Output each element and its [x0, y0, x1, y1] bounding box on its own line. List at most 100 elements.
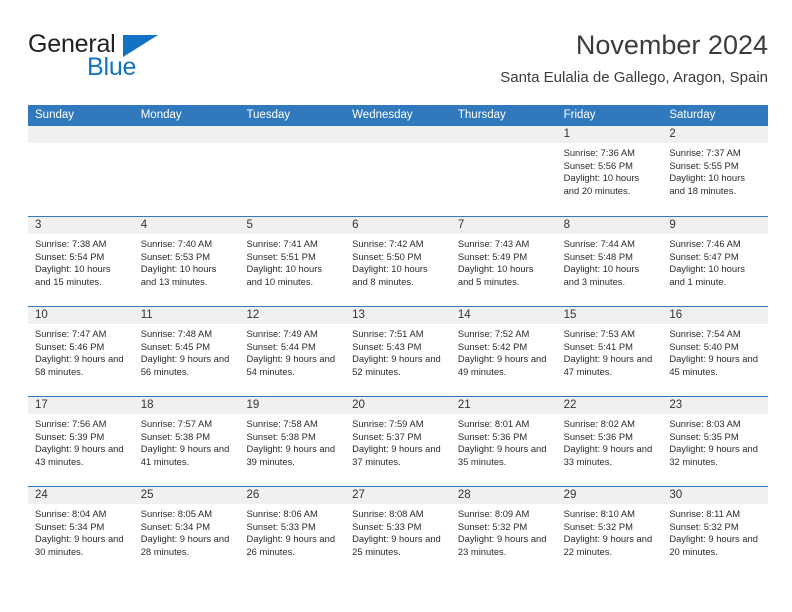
day-info: Sunrise: 8:09 AM Sunset: 5:32 PM Daylight:…	[451, 504, 557, 558]
sunrise-text: Sunrise: 7:38 AM	[35, 238, 107, 249]
calendar-day-cell[interactable]: 21 Sunrise: 8:01 AM Sunset: 5:36 PM Dayligh…	[450, 397, 557, 486]
page-subtitle: Santa Eulalia de Gallego, Aragon, Spain	[500, 69, 768, 86]
title-block: November 2024 Santa Eulalia de Gallego, …	[500, 28, 768, 87]
daylight-text: Daylight: 9 hours and 30 minutes.	[35, 533, 124, 557]
weekday-sunday: Sunday	[35, 109, 75, 121]
daylight-text: Daylight: 9 hours and 54 minutes.	[246, 353, 336, 377]
daylight-text: Daylight: 10 hours and 20 minutes.	[563, 172, 640, 196]
day-info: Sunrise: 7:41 AM Sunset: 5:51 PM Daylight:…	[239, 234, 345, 288]
day-number: 2	[662, 126, 769, 143]
calendar-day-cell[interactable]: 9 Sunrise: 7:46 AM Sunset: 5:47 PM Daylight…	[662, 217, 769, 306]
calendar-day-cell[interactable]: 1 Sunrise: 7:36 AM Sunset: 5:56 PM Daylight…	[556, 126, 663, 216]
day-info: Sunrise: 8:02 AM Sunset: 5:36 PM Daylight:…	[557, 414, 663, 468]
calendar-day-cell[interactable]: 25 Sunrise: 8:05 AM Sunset: 5:34 PM Dayligh…	[133, 487, 240, 576]
calendar-day-cell[interactable]: 26 Sunrise: 8:06 AM Sunset: 5:33 PM Dayligh…	[239, 487, 346, 576]
weekday-friday: Friday	[563, 109, 596, 121]
page-title: November 2024	[575, 30, 768, 60]
daylight-text: Daylight: 9 hours and 22 minutes.	[563, 533, 653, 557]
calendar-week-row: 10 Sunrise: 7:47 AM Sunset: 5:46 PM Dayligh…	[28, 306, 769, 396]
calendar-day-cell[interactable]: 15 Sunrise: 7:53 AM Sunset: 5:41 PM Dayligh…	[556, 307, 663, 396]
daylight-text: Daylight: 9 hours and 45 minutes.	[669, 353, 758, 377]
sunset-text: Sunset: 5:38 PM	[140, 430, 211, 442]
day-info: Sunrise: 7:49 AM Sunset: 5:44 PM Daylight:…	[239, 324, 345, 378]
sunrise-text: Sunrise: 7:44 AM	[563, 238, 635, 249]
calendar-day-cell[interactable]: 8 Sunrise: 7:44 AM Sunset: 5:48 PM Daylight…	[556, 217, 663, 306]
sunrise-text: Sunrise: 7:41 AM	[246, 238, 318, 249]
calendar-day-cell[interactable]: 4 Sunrise: 7:40 AM Sunset: 5:53 PM Daylight…	[133, 217, 240, 306]
daylight-text: Daylight: 10 hours and 3 minutes.	[563, 263, 640, 287]
day-number: 6	[345, 217, 451, 234]
sunset-text: Sunset: 5:34 PM	[140, 520, 211, 532]
calendar-day-cell-empty	[239, 126, 346, 216]
calendar-day-cell[interactable]: 18 Sunrise: 7:57 AM Sunset: 5:38 PM Dayligh…	[133, 397, 240, 486]
sunrise-text: Sunrise: 7:43 AM	[457, 238, 530, 249]
sunset-text: Sunset: 5:37 PM	[352, 430, 422, 442]
sunrise-text: Sunrise: 7:48 AM	[140, 328, 213, 339]
calendar-day-cell[interactable]: 24 Sunrise: 8:04 AM Sunset: 5:34 PM Dayligh…	[28, 487, 134, 576]
sunset-text: Sunset: 5:44 PM	[246, 340, 316, 352]
sunset-text: Sunset: 5:53 PM	[140, 250, 211, 262]
day-number: 24	[28, 487, 134, 504]
calendar-day-cell[interactable]: 5 Sunrise: 7:41 AM Sunset: 5:51 PM Daylight…	[239, 217, 346, 306]
sunrise-text: Sunrise: 8:09 AM	[457, 508, 530, 519]
calendar-day-cell[interactable]: 7 Sunrise: 7:43 AM Sunset: 5:49 PM Daylight…	[450, 217, 557, 306]
calendar-day-cell[interactable]: 30 Sunrise: 8:11 AM Sunset: 5:32 PM Dayligh…	[662, 487, 769, 576]
day-info: Sunrise: 7:40 AM Sunset: 5:53 PM Daylight:…	[134, 234, 240, 288]
calendar-day-cell[interactable]: 11 Sunrise: 7:48 AM Sunset: 5:45 PM Dayligh…	[133, 307, 240, 396]
calendar-day-cell[interactable]: 13 Sunrise: 7:51 AM Sunset: 5:43 PM Dayligh…	[345, 307, 451, 396]
calendar-page: General Blue November 2024 Santa Eulalia…	[0, 0, 792, 612]
day-number: 20	[345, 397, 451, 414]
sunset-text: Sunset: 5:55 PM	[669, 159, 739, 171]
day-number: 14	[450, 307, 557, 324]
sunrise-text: Sunrise: 7:58 AM	[246, 418, 318, 429]
weekday-wednesday: Wednesday	[352, 109, 413, 121]
calendar-day-cell[interactable]: 19 Sunrise: 7:58 AM Sunset: 5:38 PM Dayligh…	[239, 397, 346, 486]
daylight-text: Daylight: 9 hours and 32 minutes.	[669, 443, 758, 467]
day-number: 25	[133, 487, 240, 504]
calendar-day-cell[interactable]: 2 Sunrise: 7:37 AM Sunset: 5:55 PM Daylight…	[662, 126, 769, 216]
daylight-text: Daylight: 9 hours and 35 minutes.	[457, 443, 547, 467]
weekday-monday: Monday	[140, 109, 182, 121]
day-info: Sunrise: 7:38 AM Sunset: 5:54 PM Daylight:…	[28, 234, 134, 288]
calendar-day-cell[interactable]: 16 Sunrise: 7:54 AM Sunset: 5:40 PM Dayligh…	[662, 307, 769, 396]
sunrise-text: Sunrise: 8:04 AM	[35, 508, 107, 519]
daylight-text: Daylight: 9 hours and 52 minutes.	[352, 353, 441, 377]
daylight-text: Daylight: 9 hours and 43 minutes.	[35, 443, 124, 467]
calendar-day-cell[interactable]: 6 Sunrise: 7:42 AM Sunset: 5:50 PM Daylight…	[345, 217, 451, 306]
calendar-day-cell[interactable]: 27 Sunrise: 8:08 AM Sunset: 5:33 PM Dayligh…	[345, 487, 451, 576]
sunset-text: Sunset: 5:42 PM	[457, 340, 528, 352]
day-info: Sunrise: 7:44 AM Sunset: 5:48 PM Daylight:…	[557, 234, 663, 288]
day-info: Sunrise: 7:43 AM Sunset: 5:49 PM Daylight:…	[451, 234, 557, 288]
sunset-text: Sunset: 5:32 PM	[563, 520, 633, 532]
day-info: Sunrise: 8:01 AM Sunset: 5:36 PM Daylight:…	[451, 414, 557, 468]
calendar-day-cell[interactable]: 22 Sunrise: 8:02 AM Sunset: 5:36 PM Dayligh…	[556, 397, 663, 486]
sunset-text: Sunset: 5:36 PM	[563, 430, 633, 442]
sunrise-text: Sunrise: 7:42 AM	[352, 238, 424, 249]
calendar-day-cell[interactable]: 12 Sunrise: 7:49 AM Sunset: 5:44 PM Dayligh…	[239, 307, 346, 396]
calendar-day-cell[interactable]: 23 Sunrise: 8:03 AM Sunset: 5:35 PM Dayligh…	[662, 397, 769, 486]
calendar-day-cell[interactable]: 10 Sunrise: 7:47 AM Sunset: 5:46 PM Dayligh…	[28, 307, 134, 396]
calendar-week-row: 3 Sunrise: 7:38 AM Sunset: 5:54 PM Daylight…	[28, 216, 769, 306]
calendar-day-cell[interactable]: 3 Sunrise: 7:38 AM Sunset: 5:54 PM Daylight…	[28, 217, 134, 306]
daylight-text: Daylight: 9 hours and 39 minutes.	[246, 443, 336, 467]
calendar-day-cell[interactable]: 17 Sunrise: 7:56 AM Sunset: 5:39 PM Dayligh…	[28, 397, 134, 486]
day-number: 10	[28, 307, 134, 324]
day-info: Sunrise: 8:10 AM Sunset: 5:32 PM Daylight:…	[557, 504, 663, 558]
calendar-day-cell[interactable]: 20 Sunrise: 7:59 AM Sunset: 5:37 PM Dayligh…	[345, 397, 451, 486]
day-info: Sunrise: 7:56 AM Sunset: 5:39 PM Daylight:…	[28, 414, 134, 468]
calendar-week-row: 17 Sunrise: 7:56 AM Sunset: 5:39 PM Dayligh…	[28, 396, 769, 486]
sunset-text: Sunset: 5:32 PM	[669, 520, 739, 532]
calendar-day-cell[interactable]: 14 Sunrise: 7:52 AM Sunset: 5:42 PM Dayligh…	[450, 307, 557, 396]
calendar-day-cell[interactable]: 28 Sunrise: 8:09 AM Sunset: 5:32 PM Dayligh…	[450, 487, 557, 576]
day-number: 1	[556, 126, 663, 143]
sunrise-text: Sunrise: 8:10 AM	[563, 508, 635, 519]
brand-logo[interactable]: General Blue	[28, 30, 248, 90]
day-number: 12	[239, 307, 346, 324]
brand-name-blue: Blue	[87, 53, 137, 81]
daylight-text: Daylight: 9 hours and 58 minutes.	[35, 353, 124, 377]
weekday-saturday: Saturday	[669, 109, 716, 121]
calendar-day-cell[interactable]: 29 Sunrise: 8:10 AM Sunset: 5:32 PM Dayligh…	[556, 487, 663, 576]
sunrise-text: Sunrise: 7:47 AM	[35, 328, 107, 339]
day-number: 22	[556, 397, 663, 414]
day-info: Sunrise: 7:57 AM Sunset: 5:38 PM Daylight:…	[134, 414, 240, 468]
